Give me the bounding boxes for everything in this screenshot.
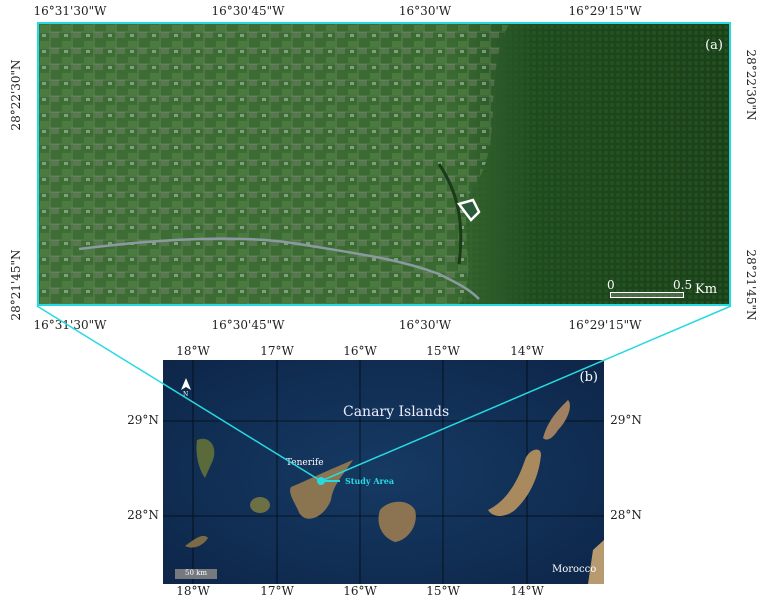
panel-a-left-tick: 28°22'30"N xyxy=(9,59,23,131)
panel-a-right-tick: 28°22'30"N xyxy=(744,49,758,121)
panel-b-left-tick: 28°N xyxy=(127,508,159,522)
panel-b-bottom-tick: 15°W xyxy=(426,584,460,598)
study-area-satellite-map: (a) 0 0.5 Km xyxy=(37,22,731,306)
scale-unit-label: Km xyxy=(695,282,718,297)
panel-a-top-tick: 16°31'30"W xyxy=(33,4,107,18)
regional-satellite-image xyxy=(163,360,604,584)
map-title: Canary Islands xyxy=(343,404,450,420)
panel-a-label: (a) xyxy=(705,38,723,53)
panel-b-right-tick: 28°N xyxy=(610,508,642,522)
panel-b-right-tick: 29°N xyxy=(610,413,642,427)
satellite-image xyxy=(39,24,729,304)
panel-b-top-tick: 18°W xyxy=(176,344,210,358)
panel-a-bottom-tick: 16°30'W xyxy=(398,318,452,332)
panel-a-top-tick: 16°30'W xyxy=(398,4,452,18)
panel-b-bottom-tick: 18°W xyxy=(176,584,210,598)
panel-b-bottom-tick: 14°W xyxy=(510,584,544,598)
panel-a-bottom-tick: 16°29'15"W xyxy=(568,318,642,332)
panel-b-top-tick: 14°W xyxy=(510,344,544,358)
panel-a-left-tick: 28°21'45"N xyxy=(9,249,23,321)
scale-start-label: 0 xyxy=(607,278,615,292)
panel-a-top-tick: 16°30'45"W xyxy=(211,4,285,18)
panel-a-bottom-tick: 16°30'45"W xyxy=(211,318,285,332)
panel-b-left-tick: 29°N xyxy=(127,413,159,427)
scale-end-label: 0.5 xyxy=(673,278,693,292)
panel-a-right-tick: 28°21'45"N xyxy=(744,249,758,321)
canary-islands-map: N (b) Canary Islands Tenerife Study Area… xyxy=(163,360,604,584)
panel-b-top-tick: 16°W xyxy=(343,344,377,358)
tenerife-label: Tenerife xyxy=(286,458,324,468)
morocco-label: Morocco xyxy=(552,564,597,575)
panel-b-top-tick: 15°W xyxy=(426,344,460,358)
panel-a-bottom-tick: 16°31'30"W xyxy=(33,318,107,332)
north-label: N xyxy=(183,391,189,398)
panel-b-bottom-tick: 17°W xyxy=(260,584,294,598)
la-gomera-island xyxy=(250,497,270,513)
scale-bar xyxy=(610,292,684,298)
panel-b-label: (b) xyxy=(579,370,598,385)
panel-b-bottom-tick: 16°W xyxy=(343,584,377,598)
study-area-label: Study Area xyxy=(345,476,395,486)
panel-b-top-tick: 17°W xyxy=(260,344,294,358)
scale-label: 50 km xyxy=(185,569,208,577)
panel-a-top-tick: 16°29'15"W xyxy=(568,4,642,18)
